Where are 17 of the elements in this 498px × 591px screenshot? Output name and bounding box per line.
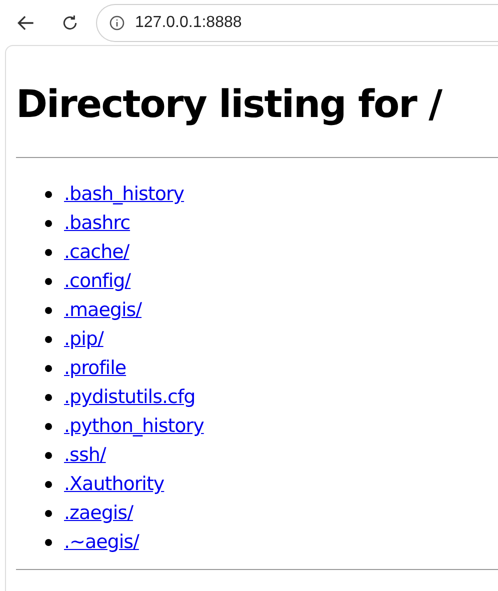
info-icon <box>109 15 125 31</box>
file-link[interactable]: .cache/ <box>64 238 130 267</box>
file-link[interactable]: .maegis/ <box>64 296 142 325</box>
page-heading: Directory listing for / <box>16 81 444 128</box>
file-link[interactable]: .python_history <box>64 412 204 441</box>
file-link[interactable]: .profile <box>64 354 126 383</box>
file-link[interactable]: .config/ <box>64 267 131 296</box>
url-text: 127.0.0.1:8888 <box>135 13 242 33</box>
file-link[interactable]: .Xauthority <box>64 470 164 499</box>
file-link[interactable]: .~aegis/ <box>64 528 139 557</box>
file-link[interactable]: .bashrc <box>64 209 130 238</box>
file-link[interactable]: .pip/ <box>64 325 104 354</box>
file-link[interactable]: .bash_history <box>64 180 184 209</box>
address-field[interactable]: 127.0.0.1:8888 <box>96 4 498 42</box>
file-link[interactable]: .pydistutils.cfg <box>64 383 196 412</box>
file-link[interactable]: .ssh/ <box>64 441 106 470</box>
file-link[interactable]: .zaegis/ <box>64 499 133 528</box>
